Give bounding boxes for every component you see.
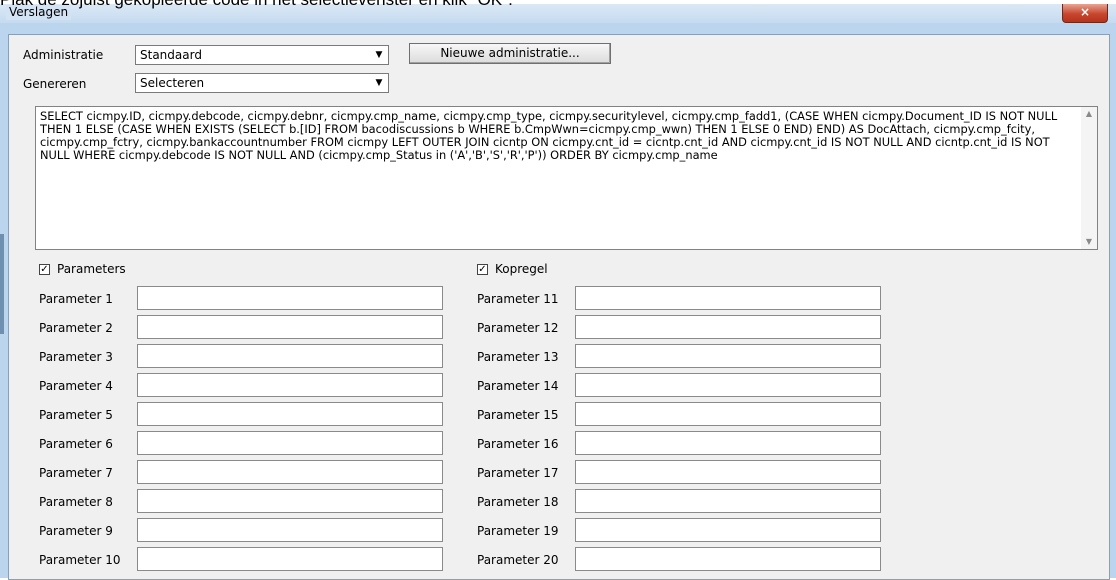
parameter-label: Parameter 6 bbox=[39, 437, 113, 451]
parameter-label: Parameter 9 bbox=[39, 524, 113, 538]
parameter-3-input[interactable] bbox=[137, 344, 443, 368]
parameter-5-input[interactable] bbox=[137, 402, 443, 426]
parameter-7-input[interactable] bbox=[137, 460, 443, 484]
window-edge bbox=[0, 234, 4, 334]
parameter-label: Parameter 10 bbox=[39, 553, 121, 567]
sql-query-textarea[interactable]: SELECT cicmpy.ID, cicmpy.debcode, cicmpy… bbox=[35, 106, 1098, 250]
parameter-8-input[interactable] bbox=[137, 489, 443, 513]
parameter-label: Parameter 17 bbox=[477, 466, 559, 480]
kopregel-checkbox[interactable]: ✓ bbox=[477, 264, 488, 275]
scroll-up-icon[interactable]: ▲ bbox=[1081, 107, 1097, 121]
parameter-label: Parameter 12 bbox=[477, 321, 559, 335]
parameter-18-input[interactable] bbox=[575, 489, 881, 513]
genereren-value: Selecteren bbox=[140, 76, 205, 90]
chevron-down-icon[interactable]: ▼ bbox=[371, 47, 387, 63]
parameter-label: Parameter 8 bbox=[39, 495, 113, 509]
parameter-label: Parameter 5 bbox=[39, 408, 113, 422]
parameter-label: Parameter 20 bbox=[477, 553, 559, 567]
parameter-4-input[interactable] bbox=[137, 373, 443, 397]
parameter-15-input[interactable] bbox=[575, 402, 881, 426]
parameters-checkbox[interactable]: ✓ bbox=[39, 264, 50, 275]
parameter-20-input[interactable] bbox=[575, 547, 881, 571]
parameter-1-input[interactable] bbox=[137, 286, 443, 310]
parameter-10-input[interactable] bbox=[137, 547, 443, 571]
sql-scrollbar[interactable]: ▲ ▼ bbox=[1081, 107, 1097, 249]
verslagen-window: Verslagen × Administratie Standaard ▼ Ni… bbox=[0, 4, 1116, 580]
new-administration-button[interactable]: Nieuwe administratie... bbox=[409, 43, 611, 64]
parameter-17-input[interactable] bbox=[575, 460, 881, 484]
parameter-2-input[interactable] bbox=[137, 315, 443, 339]
parameter-label: Parameter 11 bbox=[477, 292, 559, 306]
parameter-12-input[interactable] bbox=[575, 315, 881, 339]
parameter-label: Parameter 19 bbox=[477, 524, 559, 538]
parameter-16-input[interactable] bbox=[575, 431, 881, 455]
kopregel-checkbox-label[interactable]: Kopregel bbox=[495, 262, 548, 276]
administratie-label: Administratie bbox=[23, 48, 104, 62]
dialog-client-area: Administratie Standaard ▼ Nieuwe adminis… bbox=[8, 34, 1110, 580]
parameter-label: Parameter 15 bbox=[477, 408, 559, 422]
parameter-14-input[interactable] bbox=[575, 373, 881, 397]
parameter-label: Parameter 18 bbox=[477, 495, 559, 509]
parameter-13-input[interactable] bbox=[575, 344, 881, 368]
administratie-select[interactable]: Standaard ▼ bbox=[135, 45, 389, 65]
parameter-label: Parameter 4 bbox=[39, 379, 113, 393]
parameters-checkbox-label[interactable]: Parameters bbox=[57, 262, 126, 276]
sql-query-text[interactable]: SELECT cicmpy.ID, cicmpy.debcode, cicmpy… bbox=[40, 110, 1078, 162]
parameter-label: Parameter 13 bbox=[477, 350, 559, 364]
scroll-down-icon[interactable]: ▼ bbox=[1081, 235, 1097, 249]
parameter-label: Parameter 1 bbox=[39, 292, 113, 306]
chevron-down-icon[interactable]: ▼ bbox=[371, 75, 387, 91]
administratie-value: Standaard bbox=[140, 48, 202, 62]
parameter-9-input[interactable] bbox=[137, 518, 443, 542]
parameter-6-input[interactable] bbox=[137, 431, 443, 455]
genereren-select[interactable]: Selecteren ▼ bbox=[135, 73, 389, 93]
parameter-label: Parameter 3 bbox=[39, 350, 113, 364]
genereren-label: Genereren bbox=[23, 77, 87, 91]
instruction-caption: Plak de zojuist gekopieerde code in het … bbox=[0, 0, 1116, 10]
parameter-label: Parameter 7 bbox=[39, 466, 113, 480]
parameter-11-input[interactable] bbox=[575, 286, 881, 310]
parameter-label: Parameter 2 bbox=[39, 321, 113, 335]
parameter-19-input[interactable] bbox=[575, 518, 881, 542]
parameter-label: Parameter 16 bbox=[477, 437, 559, 451]
parameter-label: Parameter 14 bbox=[477, 379, 559, 393]
